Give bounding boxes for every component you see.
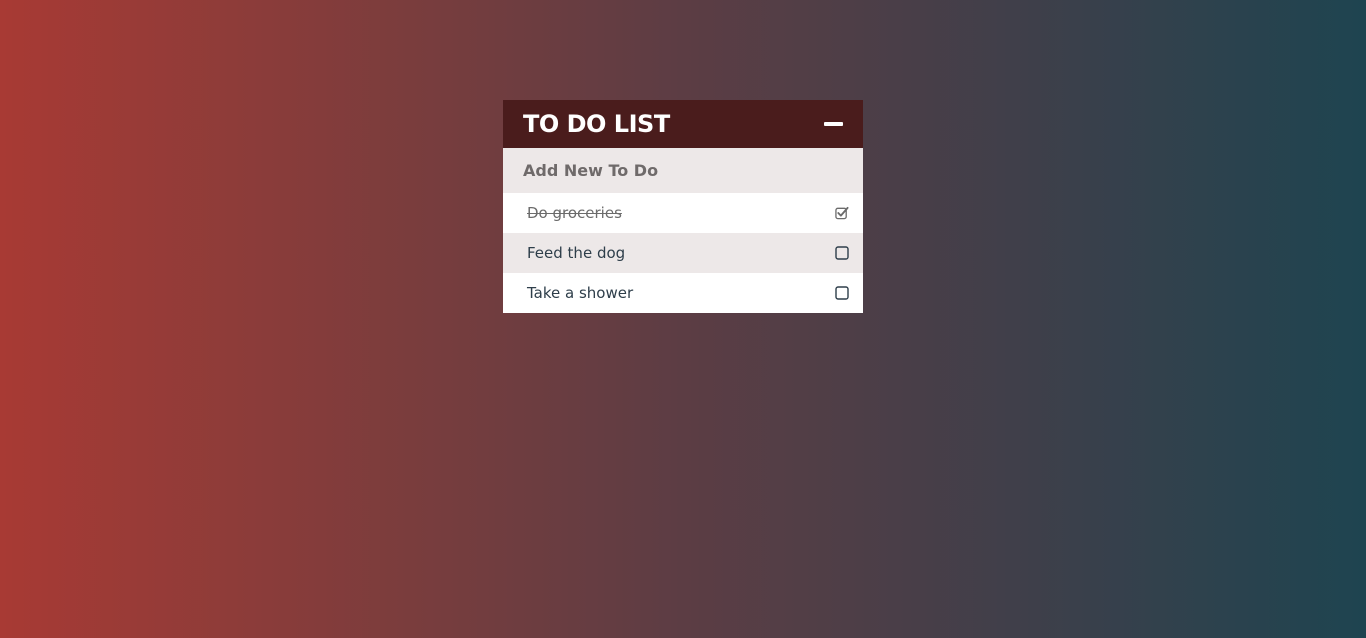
checked-checkbox-icon[interactable]: [835, 206, 849, 220]
todo-list: Do groceries Feed the dog Take a shower: [503, 193, 863, 313]
todo-item-label: Do groceries: [527, 204, 622, 222]
todo-item-label: Take a shower: [527, 284, 634, 302]
minus-icon: [823, 122, 843, 126]
todo-item[interactable]: Take a shower: [503, 273, 863, 313]
todo-header: TO DO LIST: [503, 100, 863, 148]
page-title: TO DO LIST: [523, 110, 670, 138]
collapse-button[interactable]: [823, 114, 843, 134]
todo-item[interactable]: Feed the dog: [503, 233, 863, 273]
todo-item[interactable]: Do groceries: [503, 193, 863, 233]
empty-checkbox-icon[interactable]: [835, 246, 849, 260]
empty-checkbox-icon[interactable]: [835, 286, 849, 300]
add-todo-input[interactable]: [503, 148, 863, 193]
todo-item-label: Feed the dog: [527, 244, 626, 262]
todo-card: TO DO LIST Do groceries Feed the dog: [503, 100, 863, 313]
